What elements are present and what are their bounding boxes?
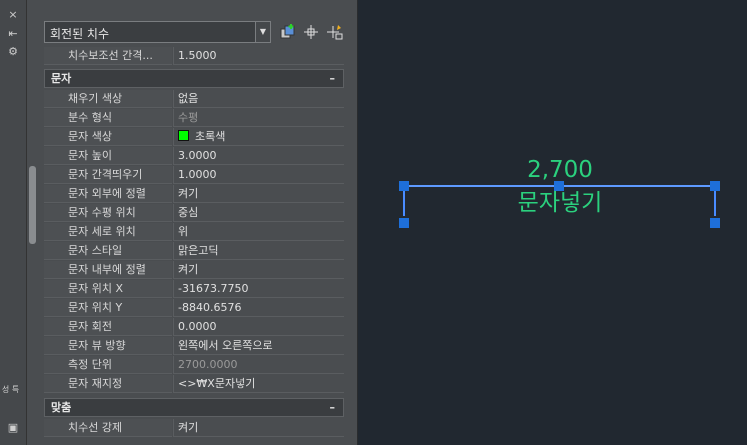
property-label: 분수 형식 bbox=[44, 109, 172, 127]
property-label: 문자 스타일 bbox=[44, 242, 172, 260]
object-type-value: 회전된 치수 bbox=[50, 27, 110, 41]
palette-title-strip: × ⇤ ⚙ 특성 ▣ bbox=[0, 0, 27, 445]
property-value[interactable]: 3.0000 bbox=[173, 147, 344, 165]
section-title: 맞춤 bbox=[51, 401, 72, 414]
property-row[interactable]: 분수 형식 수평 bbox=[44, 109, 344, 128]
property-value[interactable]: 위 bbox=[173, 223, 344, 241]
property-row[interactable]: 문자 위치 X -31673.7750 bbox=[44, 280, 344, 299]
property-value[interactable]: 1.0000 bbox=[173, 166, 344, 184]
grip-dimline-right[interactable] bbox=[710, 181, 720, 191]
property-value[interactable]: 1.5000 bbox=[173, 47, 344, 65]
property-value[interactable]: 왼쪽에서 오른쪽으로 bbox=[173, 337, 344, 355]
property-label: 문자 뷰 방향 bbox=[44, 337, 172, 355]
property-row[interactable]: 문자 외부에 정렬 켜기 bbox=[44, 185, 344, 204]
drawing-canvas[interactable]: 2,700 문자넣기 bbox=[358, 0, 747, 445]
property-row[interactable]: 문자 위치 Y -8840.6576 bbox=[44, 299, 344, 318]
property-value[interactable]: -31673.7750 bbox=[173, 280, 344, 298]
grip-ext-right[interactable] bbox=[710, 218, 720, 228]
property-value: 수평 bbox=[173, 109, 344, 127]
property-value[interactable]: 켜기 bbox=[173, 419, 344, 437]
property-label: 문자 높이 bbox=[44, 147, 172, 165]
property-row[interactable]: 측정 단위 2700.0000 bbox=[44, 356, 344, 375]
property-row[interactable]: 채우기 색상 없음 bbox=[44, 90, 344, 109]
property-value[interactable]: 중심 bbox=[173, 204, 344, 222]
toggle-pickadd-icon[interactable] bbox=[279, 23, 297, 41]
property-label: 문자 외부에 정렬 bbox=[44, 185, 172, 203]
palette-title-label: 특성 bbox=[1, 385, 20, 393]
settings-icon[interactable]: ⚙ bbox=[6, 45, 20, 59]
property-label: 문자 회전 bbox=[44, 318, 172, 336]
property-value[interactable]: 맑은고딕 bbox=[173, 242, 344, 260]
color-name: 초록색 bbox=[195, 130, 226, 143]
property-row[interactable]: 치수보조선 간격... 1.5000 bbox=[44, 47, 344, 66]
property-value[interactable]: 없음 bbox=[173, 90, 344, 108]
property-label: 문자 재지정 bbox=[44, 375, 172, 393]
properties-palette: × ⇤ ⚙ 특성 ▣ 회전된 치수 ▼ 치수보조선 간격... 1.5000 문… bbox=[0, 0, 358, 445]
property-row[interactable]: 문자 뷰 방향 왼쪽에서 오른쪽으로 bbox=[44, 337, 344, 356]
select-objects-icon[interactable] bbox=[302, 23, 320, 41]
quick-select-icon[interactable] bbox=[326, 23, 344, 41]
scrollbar-thumb[interactable] bbox=[29, 166, 36, 244]
property-label: 치수선 강제 bbox=[44, 419, 172, 437]
property-label: 치수보조선 간격... bbox=[44, 47, 172, 65]
object-type-dropdown[interactable]: 회전된 치수 ▼ bbox=[44, 21, 271, 43]
property-value[interactable]: 0.0000 bbox=[173, 318, 344, 336]
property-row[interactable]: 문자 스타일 맑은고딕 bbox=[44, 242, 344, 261]
dimension-text[interactable]: 문자넣기 bbox=[518, 190, 603, 216]
property-label: 문자 간격띄우기 bbox=[44, 166, 172, 184]
property-label: 문자 위치 Y bbox=[44, 299, 172, 317]
property-row[interactable]: 문자 회전 0.0000 bbox=[44, 318, 344, 337]
property-value[interactable]: 켜기 bbox=[173, 185, 344, 203]
grip-dimline-left[interactable] bbox=[399, 181, 409, 191]
grip-ext-left[interactable] bbox=[399, 218, 409, 228]
chevron-down-icon[interactable]: ▼ bbox=[255, 22, 270, 42]
property-label: 채우기 색상 bbox=[44, 90, 172, 108]
property-label: 문자 색상 bbox=[44, 128, 172, 146]
section-header-text[interactable]: 문자 – bbox=[44, 69, 344, 88]
property-value: 2700.0000 bbox=[173, 356, 344, 374]
palette-bottom-icon[interactable]: ▣ bbox=[6, 421, 20, 435]
collapse-icon[interactable]: – bbox=[330, 399, 336, 416]
property-label: 문자 수평 위치 bbox=[44, 204, 172, 222]
property-value[interactable]: 초록색 bbox=[173, 128, 344, 146]
property-value[interactable]: -8840.6576 bbox=[173, 299, 344, 317]
property-value[interactable]: 켜기 bbox=[173, 261, 344, 279]
property-label: 문자 위치 X bbox=[44, 280, 172, 298]
property-row[interactable]: 문자 높이 3.0000 bbox=[44, 147, 344, 166]
color-swatch bbox=[178, 130, 189, 141]
property-row[interactable]: 문자 수평 위치 중심 bbox=[44, 204, 344, 223]
property-row[interactable]: 문자 세로 위치 위 bbox=[44, 223, 344, 242]
auto-hide-icon[interactable]: ⇤ bbox=[6, 27, 20, 41]
dimension-value[interactable]: 2,700 bbox=[527, 157, 593, 183]
property-label: 측정 단위 bbox=[44, 356, 172, 374]
collapse-icon[interactable]: – bbox=[330, 70, 336, 87]
property-row[interactable]: 문자 재지정 <>₩X문자넣기 bbox=[44, 375, 344, 394]
property-label: 문자 세로 위치 bbox=[44, 223, 172, 241]
property-row[interactable]: 문자 간격띄우기 1.0000 bbox=[44, 166, 344, 185]
property-value[interactable]: <>₩X문자넣기 bbox=[173, 375, 344, 393]
section-title: 문자 bbox=[51, 72, 72, 85]
section-header-fit[interactable]: 맞춤 – bbox=[44, 398, 344, 417]
property-row[interactable]: 문자 색상 초록색 bbox=[44, 128, 344, 147]
close-icon[interactable]: × bbox=[6, 8, 20, 22]
property-row[interactable]: 치수선 강제 켜기 bbox=[44, 419, 344, 438]
property-label: 문자 내부에 정렬 bbox=[44, 261, 172, 279]
property-row[interactable]: 문자 내부에 정렬 켜기 bbox=[44, 261, 344, 280]
